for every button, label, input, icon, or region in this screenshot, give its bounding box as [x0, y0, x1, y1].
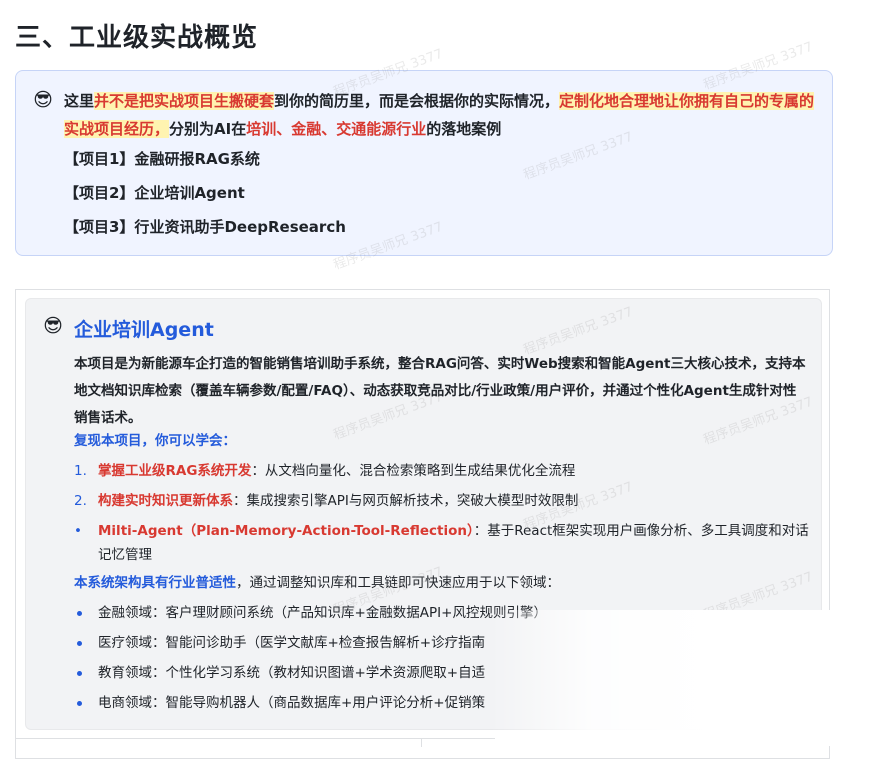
- page-title: 三、工业级实战概览: [15, 23, 259, 53]
- learn-item-1: 1. 掌握工业级RAG系统开发：从文档向量化、混合检索策略到生成结果优化全流程: [74, 459, 809, 483]
- list-number: 2.: [74, 493, 87, 509]
- intro-red-industries: 培训、金融、交通能源行业: [246, 120, 427, 138]
- intro-highlight-1: 并不是把实战项目生搬硬套: [94, 92, 275, 110]
- learn-item-title: 构建实时知识更新体系: [98, 493, 233, 509]
- intro-text-2: 到你的简历里，而是会根据你的实际情况，: [274, 92, 560, 110]
- agent-description: 本项目是为新能源车企打造的智能销售培训助手系统，整合RAG问答、实时Web搜索和…: [74, 356, 806, 426]
- list-bullet: •: [74, 523, 82, 539]
- project-item-1: 【项目1】金融研报RAG系统: [64, 150, 260, 168]
- intro-text-3: 分别为AI在: [169, 120, 247, 138]
- list-number: 1.: [74, 463, 87, 479]
- intro-text-4: 的落地案例: [426, 120, 502, 138]
- list-bullet: [77, 671, 82, 676]
- callout-intro: 这里并不是把实战项目生搬硬套到你的简历里，而是会根据你的实际情况，定制化地合理地…: [64, 87, 819, 143]
- sunglasses-emoji-icon: 😎: [43, 315, 63, 337]
- list-bullet: [77, 641, 82, 646]
- learn-item-text: ：集成搜索引擎API与网页解析技术，突破大模型时效限制: [233, 493, 579, 509]
- fade-overlay: [490, 610, 895, 746]
- learn-item-title: 掌握工业级RAG系统开发: [98, 463, 252, 479]
- list-bullet: [77, 701, 82, 706]
- list-bullet: [77, 611, 82, 616]
- agent-title: 企业培训Agent: [74, 319, 214, 341]
- learn-item-3: • Milti-Agent（Plan-Memory-Action-Tool-Re…: [74, 519, 809, 567]
- project-item-3: 【项目3】行业资讯助手DeepResearch: [64, 218, 346, 236]
- learn-item-title: Milti-Agent（Plan-Memory-Action-Tool-Refl…: [98, 523, 474, 539]
- project-item-2: 【项目2】企业培训Agent: [64, 184, 245, 202]
- intro-text-1: 这里: [64, 92, 95, 110]
- learn-item-2: 2. 构建实时知识更新体系：集成搜索引擎API与网页解析技术，突破大模型时效限制: [74, 489, 809, 513]
- learn-item-text: ：从文档向量化、混合检索策略到生成结果优化全流程: [251, 463, 576, 479]
- domain-heading-bold: 本系统架构具有行业普适性: [74, 575, 236, 591]
- domain-heading: 本系统架构具有行业普适性，通过调整知识库和工具链即可快速应用于以下领域：: [74, 571, 560, 595]
- learn-heading: 复现本项目，你可以学会：: [74, 433, 236, 449]
- sunglasses-emoji-icon: 😎: [33, 89, 53, 111]
